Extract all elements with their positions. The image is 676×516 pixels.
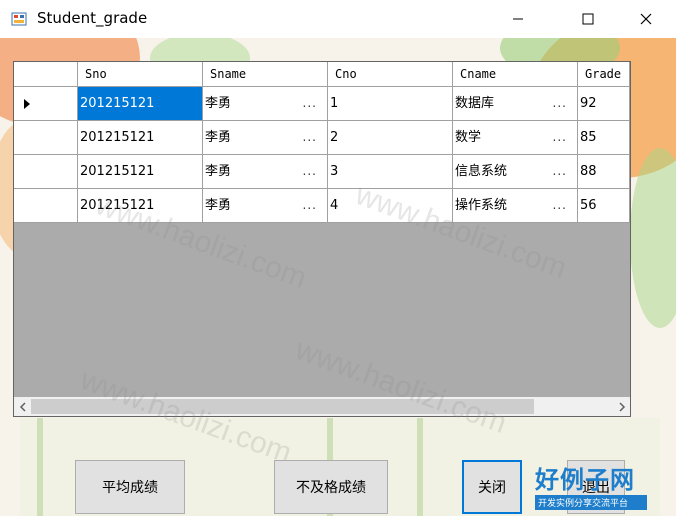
overflow-indicator: ...: [302, 96, 317, 110]
row-header[interactable]: [14, 87, 78, 121]
cell-cno[interactable]: 4: [328, 189, 453, 223]
grade-data-grid[interactable]: Sno Sname Cno Cname Grade 201215121 李勇..…: [13, 61, 631, 417]
maximize-button[interactable]: [565, 0, 611, 38]
row-header[interactable]: [14, 189, 78, 223]
column-header-sname[interactable]: Sname: [203, 62, 328, 87]
cell-grade[interactable]: 92: [578, 87, 630, 121]
failing-grade-button[interactable]: 不及格成绩: [274, 460, 388, 514]
maximize-icon: [582, 13, 594, 25]
overflow-indicator: ...: [302, 130, 317, 144]
overflow-indicator: ...: [302, 198, 317, 212]
scroll-right-button[interactable]: [613, 397, 630, 416]
cell-grade[interactable]: 88: [578, 155, 630, 189]
cell-cname-text: 信息系统: [455, 164, 508, 179]
chevron-left-icon: [19, 401, 26, 412]
row-header[interactable]: [14, 121, 78, 155]
overflow-indicator: ...: [552, 198, 567, 212]
cell-cno[interactable]: 2: [328, 121, 453, 155]
cell-sno[interactable]: 201215121: [78, 121, 203, 155]
cell-grade[interactable]: 56: [578, 189, 630, 223]
cell-cname-text: 数据库: [455, 96, 495, 111]
grid-corner: [14, 62, 78, 87]
cell-sno[interactable]: 201215121: [78, 189, 203, 223]
cell-cno[interactable]: 3: [328, 155, 453, 189]
close-button[interactable]: 关闭: [462, 460, 522, 514]
chevron-right-icon: [618, 401, 625, 412]
cell-sname[interactable]: 李勇...: [203, 189, 328, 223]
overflow-indicator: ...: [552, 130, 567, 144]
app-window: Student_grade Sno Sname Cno Cname Grade …: [0, 0, 676, 516]
window-title: Student_grade: [37, 9, 148, 27]
app-icon: [11, 12, 27, 26]
cell-sname-text: 李勇: [205, 198, 232, 213]
cell-sname[interactable]: 李勇...: [203, 155, 328, 189]
cell-cname[interactable]: 信息系统...: [453, 155, 578, 189]
cell-sname[interactable]: 李勇...: [203, 121, 328, 155]
cell-sno[interactable]: 201215121: [78, 87, 203, 121]
cell-cname-text: 操作系统: [455, 198, 508, 213]
cell-cname-text: 数学: [455, 130, 482, 145]
close-window-button[interactable]: [623, 0, 669, 38]
cell-sname-text: 李勇: [205, 164, 232, 179]
grid-header-row: Sno Sname Cno Cname Grade: [14, 62, 630, 87]
row-header[interactable]: [14, 155, 78, 189]
cell-sno[interactable]: 201215121: [78, 155, 203, 189]
cell-sname[interactable]: 李勇...: [203, 87, 328, 121]
cell-sname-text: 李勇: [205, 130, 232, 145]
minimize-icon: [513, 18, 523, 20]
cell-cno[interactable]: 1: [328, 87, 453, 121]
overflow-indicator: ...: [552, 96, 567, 110]
average-grade-button[interactable]: 平均成绩: [75, 460, 185, 514]
column-header-grade[interactable]: Grade: [578, 62, 630, 87]
cell-sname-text: 李勇: [205, 96, 232, 111]
minimize-button[interactable]: [495, 0, 541, 38]
cell-cname[interactable]: 操作系统...: [453, 189, 578, 223]
column-header-cname[interactable]: Cname: [453, 62, 578, 87]
column-header-sno[interactable]: Sno: [78, 62, 203, 87]
exit-button[interactable]: 退出: [567, 460, 625, 514]
cell-cname[interactable]: 数据库...: [453, 87, 578, 121]
current-row-arrow-icon: [24, 99, 30, 109]
scroll-thumb[interactable]: [31, 399, 534, 414]
cell-cname[interactable]: 数学...: [453, 121, 578, 155]
overflow-indicator: ...: [302, 164, 317, 178]
scroll-left-button[interactable]: [14, 397, 31, 416]
cell-grade[interactable]: 85: [578, 121, 630, 155]
close-icon: [640, 13, 652, 25]
overflow-indicator: ...: [552, 164, 567, 178]
horizontal-scrollbar[interactable]: [14, 397, 630, 416]
column-header-cno[interactable]: Cno: [328, 62, 453, 87]
title-bar[interactable]: Student_grade: [0, 0, 676, 38]
